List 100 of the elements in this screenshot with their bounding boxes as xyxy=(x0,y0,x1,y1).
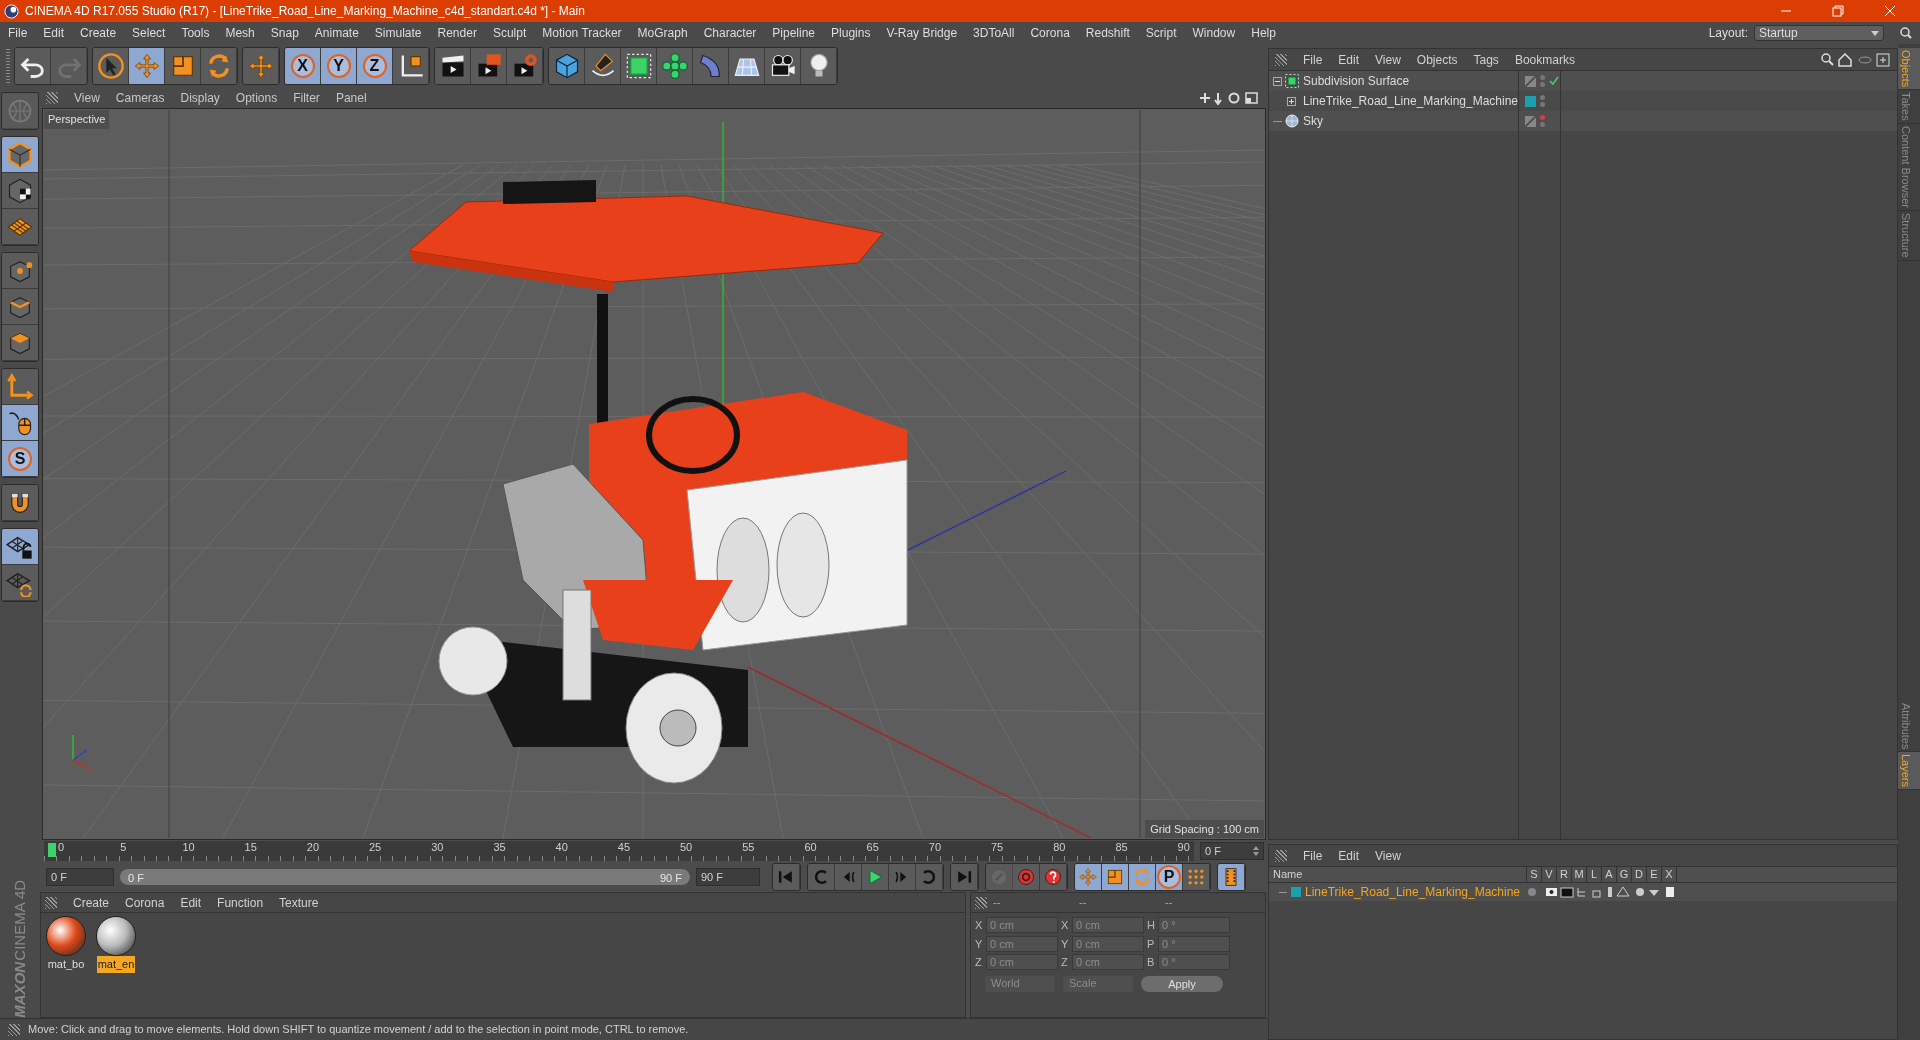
side-tab[interactable]: Objects xyxy=(1898,48,1920,91)
menu-item[interactable]: 3DToAll xyxy=(973,24,1015,42)
column-header[interactable]: G xyxy=(1617,866,1632,883)
tool-button[interactable] xyxy=(93,48,129,84)
menu-item[interactable]: Edit xyxy=(1338,846,1360,865)
menu-item[interactable]: Plugins xyxy=(831,24,871,42)
column-header[interactable]: R xyxy=(1557,866,1572,883)
tool-button[interactable] xyxy=(435,48,471,84)
tool-button[interactable]: X xyxy=(285,48,321,84)
menu-item[interactable]: Simulate xyxy=(374,24,422,42)
side-tab[interactable]: Layers xyxy=(1898,751,1920,790)
visibility-toggle-icon[interactable] xyxy=(1525,115,1536,127)
menu-item[interactable]: Help xyxy=(1251,24,1276,42)
visibility-dots-icon[interactable] xyxy=(1540,95,1545,107)
menu-item[interactable]: View xyxy=(1375,846,1401,865)
tool-button[interactable] xyxy=(2,529,38,565)
column-header[interactable]: D xyxy=(1632,866,1647,883)
check-icon[interactable] xyxy=(1549,76,1559,86)
column-header[interactable]: X xyxy=(1662,866,1677,883)
close-icon[interactable] xyxy=(1884,5,1896,17)
menu-item[interactable]: Select xyxy=(132,24,166,42)
menu-item[interactable]: File xyxy=(8,24,28,42)
column-header[interactable]: M xyxy=(1572,866,1587,883)
material-swatch[interactable]: mat_bo xyxy=(44,916,88,973)
tool-button[interactable]: P xyxy=(1156,864,1183,890)
tool-button[interactable] xyxy=(2,405,38,441)
menu-item[interactable]: Tags xyxy=(1473,50,1499,69)
visibility-dots-icon[interactable] xyxy=(1540,115,1545,127)
tool-button[interactable]: Z xyxy=(357,48,393,84)
object-row[interactable]: Sky xyxy=(1269,111,1897,131)
menu-item[interactable]: Options xyxy=(235,89,278,107)
menu-item[interactable]: Panel xyxy=(335,89,367,107)
column-header[interactable]: L xyxy=(1587,866,1602,883)
material-swatch[interactable]: mat_en xyxy=(94,916,138,973)
menu-item[interactable]: Tools xyxy=(181,24,210,42)
column-header[interactable]: Name xyxy=(1269,866,1527,883)
menu-item[interactable]: Texture xyxy=(279,893,319,912)
menu-item[interactable]: Mesh xyxy=(225,24,255,42)
menu-item[interactable]: Character xyxy=(703,24,757,42)
spinner-icon[interactable] xyxy=(1253,846,1259,856)
menu-item[interactable]: Function xyxy=(217,893,264,912)
apply-button[interactable]: Apply xyxy=(1141,975,1223,992)
menu-item[interactable]: MoGraph xyxy=(637,24,688,42)
end-frame-field[interactable]: 90 F xyxy=(696,868,760,886)
search-icon[interactable] xyxy=(1900,27,1912,39)
menu-item[interactable]: View xyxy=(74,89,100,107)
tool-button[interactable] xyxy=(2,253,38,289)
frame-range-track[interactable]: 0 F 90 F xyxy=(120,869,690,885)
menu-item[interactable]: V-Ray Bridge xyxy=(886,24,958,42)
visibility-dots-icon[interactable] xyxy=(1540,75,1545,87)
ruler-tick-label: 0 xyxy=(58,842,65,853)
restore-icon[interactable] xyxy=(1832,5,1844,17)
object-row[interactable]: Subdivision Surface xyxy=(1269,71,1897,91)
layer-toggle-icons[interactable] xyxy=(1527,886,1677,898)
menu-item[interactable]: Objects xyxy=(1416,50,1458,69)
object-row[interactable]: LineTrike_Road_Line_Marking_Machine xyxy=(1269,91,1897,111)
menu-item[interactable]: File xyxy=(1303,846,1323,865)
menu-item[interactable]: View xyxy=(1375,50,1401,69)
menu-item[interactable]: Corona xyxy=(125,893,165,912)
camera-label[interactable]: Perspective xyxy=(44,110,110,129)
menu-item[interactable]: Edit xyxy=(1338,50,1360,69)
menu-item[interactable]: Filter xyxy=(293,89,320,107)
tool-button[interactable] xyxy=(549,48,585,84)
tool-button[interactable]: Y xyxy=(321,48,357,84)
menu-item[interactable]: Render xyxy=(437,24,477,42)
manager-tools-icons[interactable] xyxy=(1821,52,1891,67)
menu-item[interactable]: Redshift xyxy=(1085,24,1130,42)
tool-button[interactable] xyxy=(2,485,38,521)
menu-item[interactable]: Script xyxy=(1145,24,1177,42)
column-header[interactable]: E xyxy=(1647,866,1662,883)
layer-row[interactable]: LineTrike_Road_Line_Marking_Machine xyxy=(1269,883,1897,901)
menu-item[interactable]: Snap xyxy=(270,24,299,42)
menu-item[interactable]: Sculpt xyxy=(492,24,527,42)
menu-item[interactable]: Create xyxy=(73,893,110,912)
column-header[interactable]: A xyxy=(1602,866,1617,883)
menu-item[interactable]: Pipeline xyxy=(772,24,816,42)
layout-dropdown[interactable]: Startup xyxy=(1754,25,1884,41)
current-frame-field[interactable]: 0 F xyxy=(1200,842,1264,860)
menu-item[interactable]: Cameras xyxy=(115,89,165,107)
tree-toggle[interactable] xyxy=(1287,96,1296,106)
column-header[interactable]: V xyxy=(1542,866,1557,883)
layer-color-swatch[interactable] xyxy=(1291,887,1301,897)
menu-item[interactable]: File xyxy=(1303,50,1323,69)
menu-item[interactable]: Create xyxy=(80,24,117,42)
column-header[interactable]: S xyxy=(1527,866,1542,883)
menu-item[interactable]: Edit xyxy=(180,893,202,912)
menu-item[interactable]: Bookmarks xyxy=(1514,50,1575,69)
tool-button[interactable]: S xyxy=(2,441,38,477)
menu-item[interactable]: Animate xyxy=(314,24,359,42)
menu-item[interactable]: Motion Tracker xyxy=(542,24,622,42)
menu-item[interactable]: Corona xyxy=(1030,24,1070,42)
tool-button[interactable] xyxy=(15,48,51,84)
visibility-toggle-icon[interactable] xyxy=(1525,75,1536,87)
tree-toggle[interactable] xyxy=(1273,76,1282,86)
menu-item[interactable]: Display xyxy=(180,89,220,107)
menu-item[interactable]: Window xyxy=(1192,24,1236,42)
layer-color-swatch[interactable] xyxy=(1525,95,1536,107)
start-frame-field[interactable]: 0 F xyxy=(46,868,114,886)
menu-item[interactable]: Edit xyxy=(43,24,65,42)
timeline-ruler[interactable]: 0 5 10 15 20 25 30 35 40 45 50 55 60 65 70 75 80 85 90 xyxy=(44,841,1194,861)
